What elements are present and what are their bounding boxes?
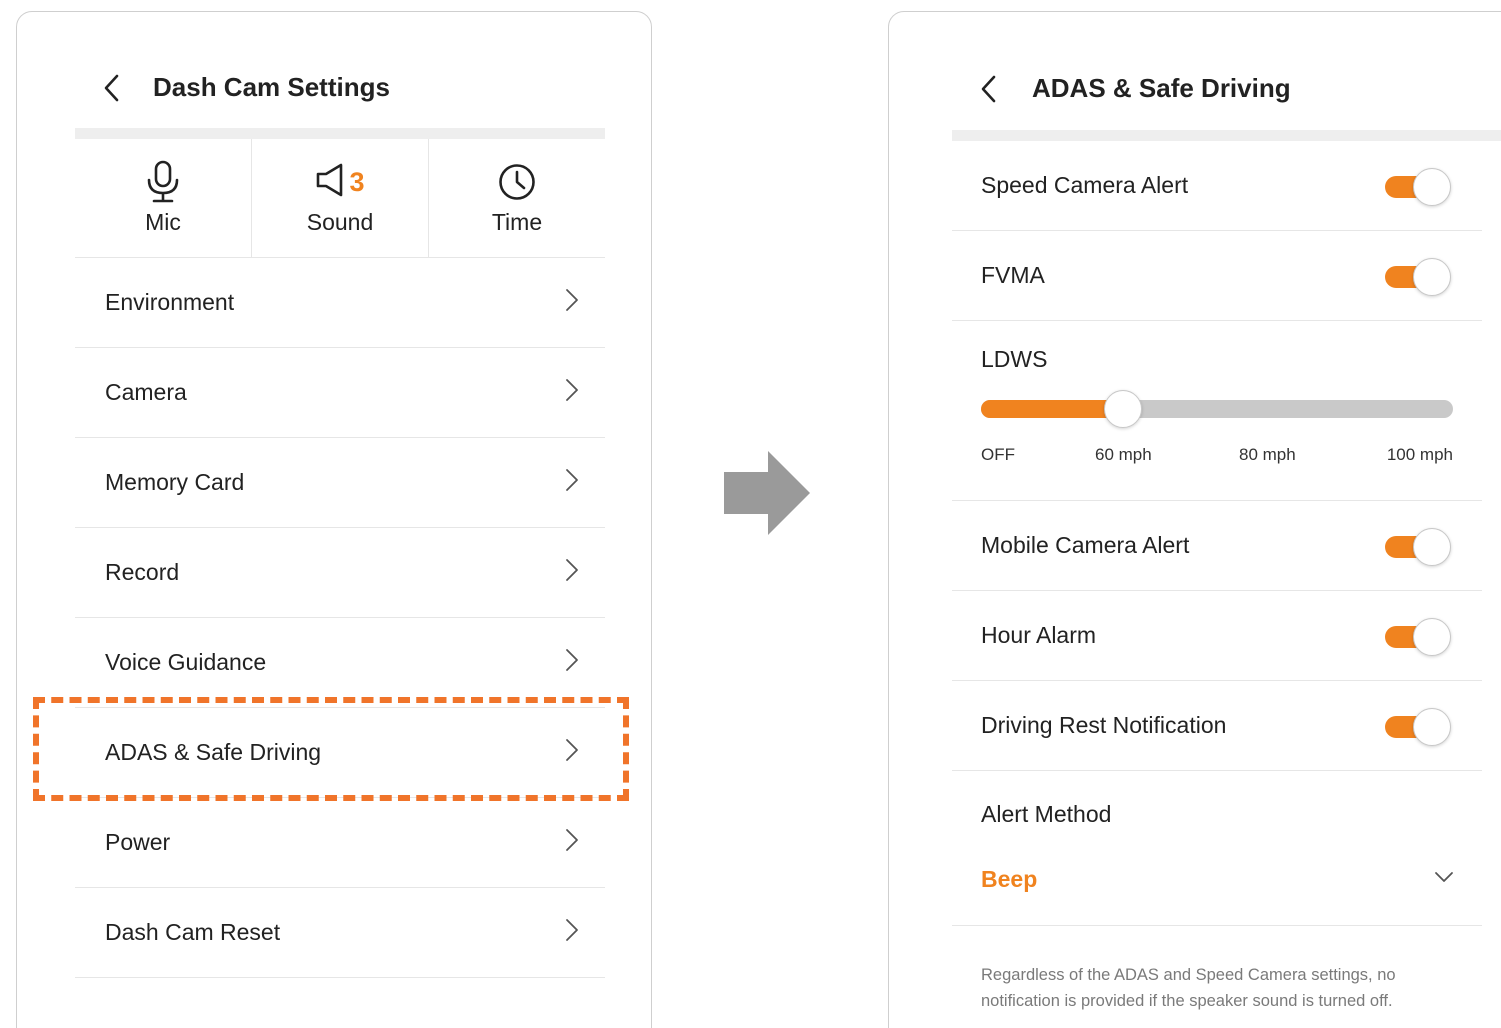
chevron-right-icon xyxy=(565,558,579,587)
header-divider xyxy=(952,130,1501,141)
tile-time[interactable]: Time xyxy=(428,139,605,257)
speed-camera-alert-toggle[interactable] xyxy=(1384,166,1452,206)
menu-item-label: Power xyxy=(105,829,171,855)
toggle-knob xyxy=(1413,527,1451,566)
slider-handle[interactable] xyxy=(1103,390,1142,428)
tick-label-60: 60 mph xyxy=(1095,445,1152,464)
menu-item-label: Record xyxy=(105,559,180,585)
tile-sound-label: Sound xyxy=(306,209,374,235)
menu-item-label: Environment xyxy=(105,289,235,315)
setting-driving-rest-notification: Driving Rest Notification xyxy=(952,681,1482,771)
setting-label: Speed Camera Alert xyxy=(981,172,1189,198)
menu-item-label: Dash Cam Reset xyxy=(105,919,281,945)
adas-settings-list: Speed Camera Alert FVMA LDWS OFF 60 mph … xyxy=(952,141,1482,926)
tile-mic-label: Mic xyxy=(145,209,181,235)
quick-settings-tiles: Mic 3 Sound Time xyxy=(75,139,605,258)
setting-ldws: LDWS OFF 60 mph 80 mph 100 mph xyxy=(952,321,1482,501)
ldws-slider[interactable] xyxy=(981,389,1453,429)
setting-mobile-camera-alert: Mobile Camera Alert xyxy=(952,501,1482,591)
mobile-camera-alert-toggle[interactable] xyxy=(1384,526,1452,566)
chevron-right-icon xyxy=(565,918,579,947)
tick-label-100: 100 mph xyxy=(1386,445,1453,464)
dash-cam-settings-screen: Dash Cam Settings Mic 3 Sound Time Envir… xyxy=(16,11,652,1028)
hour-alarm-toggle[interactable] xyxy=(1384,616,1452,656)
chevron-right-icon xyxy=(565,288,579,317)
microphone-icon xyxy=(143,160,183,203)
setting-label: Hour Alarm xyxy=(981,622,1097,648)
tick-label-80: 80 mph xyxy=(1239,445,1296,464)
menu-item-power[interactable]: Power xyxy=(75,798,605,888)
setting-label: Mobile Camera Alert xyxy=(981,532,1190,558)
menu-item-voice-guidance[interactable]: Voice Guidance xyxy=(75,618,605,708)
ldws-tick-labels: OFF 60 mph 80 mph 100 mph xyxy=(981,445,1453,469)
menu-item-label: ADAS & Safe Driving xyxy=(105,739,322,765)
menu-item-environment[interactable]: Environment xyxy=(75,258,605,348)
chevron-right-icon xyxy=(565,648,579,677)
tile-time-label: Time xyxy=(491,209,543,235)
menu-item-label: Memory Card xyxy=(105,469,245,495)
menu-item-adas-safe-driving[interactable]: ADAS & Safe Driving xyxy=(75,708,605,798)
fvma-toggle[interactable] xyxy=(1384,256,1452,296)
toggle-knob xyxy=(1413,257,1451,296)
menu-item-label: Camera xyxy=(105,379,187,405)
tile-sound[interactable]: 3 Sound xyxy=(251,139,428,257)
toggle-knob xyxy=(1413,707,1451,746)
page-title: Dash Cam Settings xyxy=(153,72,390,102)
menu-item-record[interactable]: Record xyxy=(75,528,605,618)
settings-menu: Environment Camera Memory Card Record Vo… xyxy=(75,258,605,978)
menu-item-dash-cam-reset[interactable]: Dash Cam Reset xyxy=(75,888,605,978)
chevron-down-icon xyxy=(1433,870,1455,889)
alert-method-label: Alert Method xyxy=(981,801,1112,827)
driving-rest-notification-toggle[interactable] xyxy=(1384,706,1452,746)
menu-item-memory-card[interactable]: Memory Card xyxy=(75,438,605,528)
sound-level-badge: 3 xyxy=(349,166,365,197)
toggle-knob xyxy=(1413,167,1451,206)
clock-icon xyxy=(497,161,537,203)
alert-method-value: Beep xyxy=(981,865,1038,892)
toggle-knob xyxy=(1413,617,1451,656)
alert-method-dropdown[interactable]: Beep xyxy=(981,851,1455,907)
setting-label: Driving Rest Notification xyxy=(981,712,1227,738)
ldws-label: LDWS xyxy=(981,346,1048,372)
adas-safe-driving-screen: ADAS & Safe Driving Speed Camera Alert F… xyxy=(888,11,1501,1028)
tile-mic[interactable]: Mic xyxy=(75,139,251,257)
tick-label-off: OFF xyxy=(981,445,1015,464)
chevron-right-icon xyxy=(565,738,579,767)
slider-fill xyxy=(981,400,1123,418)
chevron-right-icon xyxy=(565,828,579,857)
setting-speed-camera-alert: Speed Camera Alert xyxy=(952,141,1482,231)
setting-fvma: FVMA xyxy=(952,231,1482,321)
setting-hour-alarm: Hour Alarm xyxy=(952,591,1482,681)
back-chevron-icon[interactable] xyxy=(101,73,123,103)
speaker-icon xyxy=(315,162,347,203)
sound-tile-icon-group: 3 xyxy=(315,161,365,203)
menu-item-label: Voice Guidance xyxy=(105,649,267,675)
page-title: ADAS & Safe Driving xyxy=(1032,73,1291,103)
speaker-sound-note: Regardless of the ADAS and Speed Camera … xyxy=(981,966,1396,1010)
setting-alert-method: Alert Method Beep xyxy=(952,771,1482,926)
chevron-right-icon xyxy=(565,468,579,497)
header-divider xyxy=(75,128,605,139)
menu-item-camera[interactable]: Camera xyxy=(75,348,605,438)
setting-label: FVMA xyxy=(981,262,1045,288)
header: Dash Cam Settings xyxy=(101,72,390,103)
chevron-right-icon xyxy=(565,378,579,407)
header: ADAS & Safe Driving xyxy=(978,73,1291,104)
back-chevron-icon[interactable] xyxy=(978,74,1000,104)
right-arrow-icon xyxy=(724,451,814,542)
